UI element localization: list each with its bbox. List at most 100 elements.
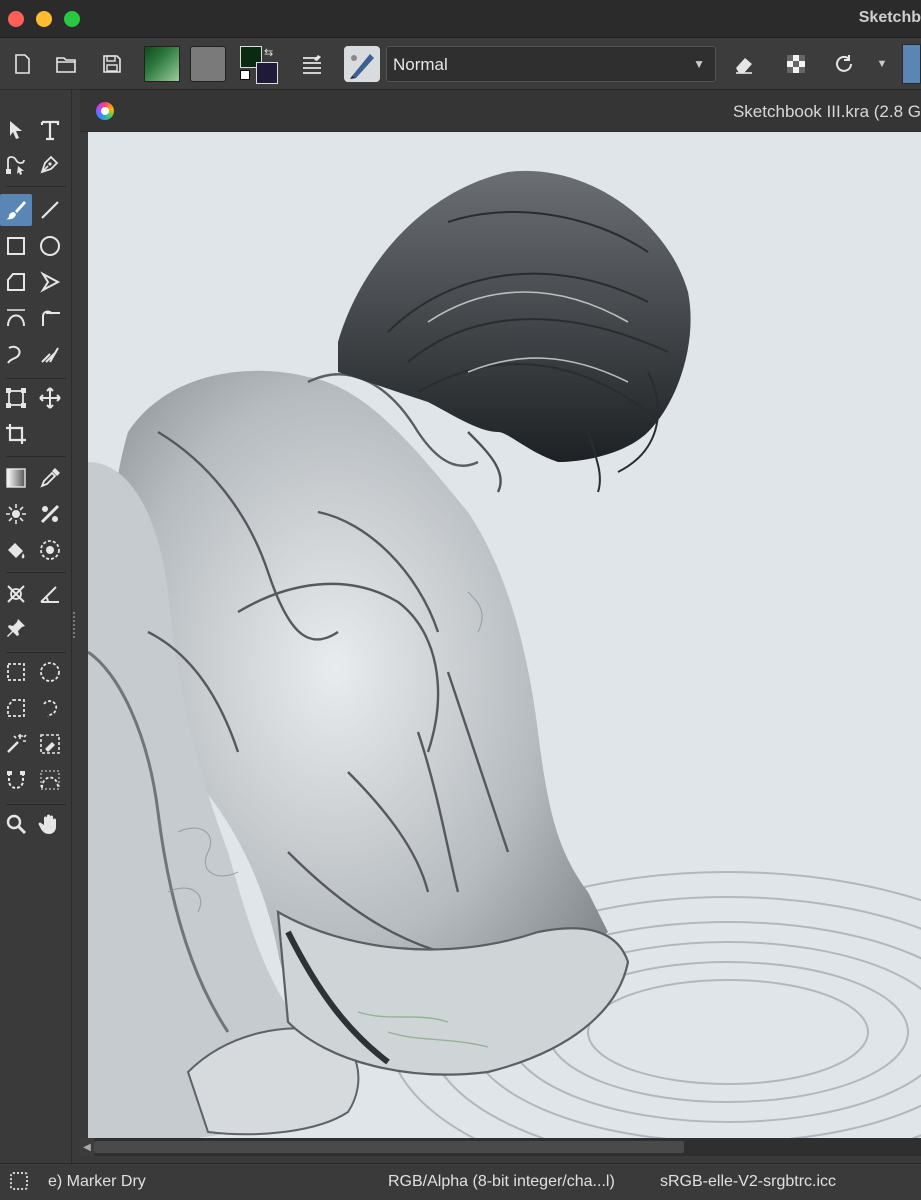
- move-tool[interactable]: [34, 382, 66, 414]
- toolbox-divider: [6, 804, 66, 805]
- status-bar: e) Marker Dry RGB/Alpha (8-bit integer/c…: [0, 1163, 921, 1200]
- blend-mode-value: Normal: [393, 55, 448, 74]
- crop-icon: [6, 424, 26, 444]
- freehand-path-tool[interactable]: [34, 302, 66, 334]
- new-document-button[interactable]: [6, 48, 38, 80]
- magnet-selection-icon: [7, 771, 25, 789]
- brush-preset-thumbnail[interactable]: [344, 46, 380, 82]
- rectangle-tool[interactable]: [0, 230, 32, 262]
- contiguous-selection-tool[interactable]: [0, 728, 32, 760]
- background-color-swatch[interactable]: [256, 62, 278, 84]
- magic-wand-icon: [7, 734, 27, 753]
- text-tool[interactable]: [34, 114, 66, 146]
- dynamic-brush-tool[interactable]: [0, 338, 32, 370]
- toolbar-overflow-widget[interactable]: [902, 44, 921, 84]
- scroll-left-arrow-icon[interactable]: ◀: [80, 1138, 94, 1156]
- save-icon: [103, 55, 121, 73]
- reload-options-button[interactable]: ▼: [870, 48, 894, 80]
- document-title: Sketchbook III.kra (2.8 G: [732, 102, 921, 121]
- freehand-brush-tool[interactable]: [0, 194, 32, 226]
- polyline-icon: [40, 271, 61, 293]
- toolbox-divider: [6, 652, 66, 653]
- bezier-selection-icon: [40, 770, 60, 790]
- freehand-selection-tool[interactable]: [34, 692, 66, 724]
- smart-patch-tool[interactable]: [0, 498, 32, 530]
- pan-tool[interactable]: [34, 808, 66, 840]
- bezier-selection-tool[interactable]: [34, 764, 66, 796]
- reset-colors-icon[interactable]: [240, 70, 250, 80]
- rectangular-selection-tool[interactable]: [0, 656, 32, 688]
- toolbox-resize-handle[interactable]: [73, 612, 76, 638]
- horizontal-scrollbar[interactable]: ◀: [80, 1138, 921, 1156]
- crop-tool[interactable]: [0, 418, 32, 450]
- polygon-tool[interactable]: [0, 266, 32, 298]
- lasso-selection-icon: [43, 700, 58, 718]
- polygon-selection-icon: [7, 699, 25, 717]
- toolbox-divider: [6, 378, 66, 379]
- bezier-icon: [7, 309, 25, 327]
- measure-tool[interactable]: [34, 578, 66, 610]
- ellipse-icon: [40, 236, 60, 256]
- drawing-canvas[interactable]: [88, 132, 921, 1138]
- close-window-button[interactable]: [8, 11, 24, 27]
- pattern-preset-swatch[interactable]: [190, 46, 226, 82]
- open-document-button[interactable]: [50, 48, 82, 80]
- polygon-icon: [7, 273, 25, 291]
- eyedropper-icon: [40, 468, 60, 488]
- ellipse-tool[interactable]: [34, 230, 66, 262]
- polygonal-selection-tool[interactable]: [0, 692, 32, 724]
- gradient-tool[interactable]: [0, 462, 32, 494]
- ellipse-selection-icon: [40, 662, 60, 682]
- assistant-editing-tool[interactable]: [0, 578, 32, 610]
- bezier-curve-tool[interactable]: [0, 302, 32, 334]
- select-shapes-tool[interactable]: [0, 114, 32, 146]
- fill-tool[interactable]: [0, 534, 32, 566]
- similar-select-icon: [40, 734, 60, 754]
- measure-angle-icon: [40, 586, 59, 603]
- multibrush-icon: [41, 347, 59, 363]
- chevron-down-icon: ▼: [693, 57, 705, 71]
- transform-tool[interactable]: [0, 382, 32, 414]
- multibrush-tool[interactable]: [34, 338, 66, 370]
- sketch-artwork: [88, 170, 921, 1138]
- pen-preset-icon: [350, 54, 374, 79]
- krita-window: Sketchb ⇆ Normal ▼ ▼ Sketchbook III.kra …: [0, 0, 921, 1200]
- text-icon: [40, 120, 60, 141]
- assistant-tool[interactable]: [34, 498, 66, 530]
- transform-icon: [6, 388, 26, 408]
- selection-status-icon[interactable]: [10, 1172, 28, 1190]
- scrollbar-thumb[interactable]: [94, 1141, 684, 1153]
- line-tool[interactable]: [34, 194, 66, 226]
- document-tab[interactable]: Sketchbook III.kra (2.8 G: [80, 90, 921, 132]
- save-document-button[interactable]: [96, 48, 128, 80]
- minimize-window-button[interactable]: [36, 11, 52, 27]
- calligraphy-tool[interactable]: [34, 148, 66, 180]
- reload-preset-button[interactable]: [828, 48, 860, 80]
- edit-shapes-tool[interactable]: [0, 148, 32, 180]
- preserve-alpha-button[interactable]: [780, 48, 812, 80]
- blend-mode-dropdown[interactable]: Normal ▼: [386, 46, 716, 82]
- zoom-tool[interactable]: [0, 808, 32, 840]
- magnetic-selection-tool[interactable]: [0, 764, 32, 796]
- elliptical-selection-tool[interactable]: [34, 656, 66, 688]
- color-sampler-tool[interactable]: [34, 462, 66, 494]
- pen-nib-icon: [40, 155, 59, 174]
- reference-images-tool[interactable]: [0, 612, 32, 644]
- maximize-window-button[interactable]: [64, 11, 80, 27]
- paintbrush-icon: [6, 201, 26, 220]
- edit-brush-settings-button[interactable]: [296, 48, 328, 80]
- color-model-label: RGB/Alpha (8-bit integer/cha...l): [388, 1173, 615, 1190]
- enclose-and-fill-tool[interactable]: [34, 534, 66, 566]
- toolbox-divider: [6, 186, 66, 187]
- main-toolbar: ⇆ Normal ▼ ▼: [0, 38, 921, 90]
- gradient-preset-swatch[interactable]: [144, 46, 180, 82]
- eraser-mode-button[interactable]: [728, 48, 760, 80]
- toolbox-divider: [6, 456, 66, 457]
- arrow-pointer-icon: [10, 121, 22, 139]
- title-bar: Sketchb: [0, 0, 921, 38]
- swap-colors-icon[interactable]: ⇆: [264, 46, 273, 59]
- polyline-tool[interactable]: [34, 266, 66, 298]
- krita-logo-icon: [96, 102, 114, 120]
- similar-color-selection-tool[interactable]: [34, 728, 66, 760]
- color-selector[interactable]: ⇆: [240, 46, 280, 84]
